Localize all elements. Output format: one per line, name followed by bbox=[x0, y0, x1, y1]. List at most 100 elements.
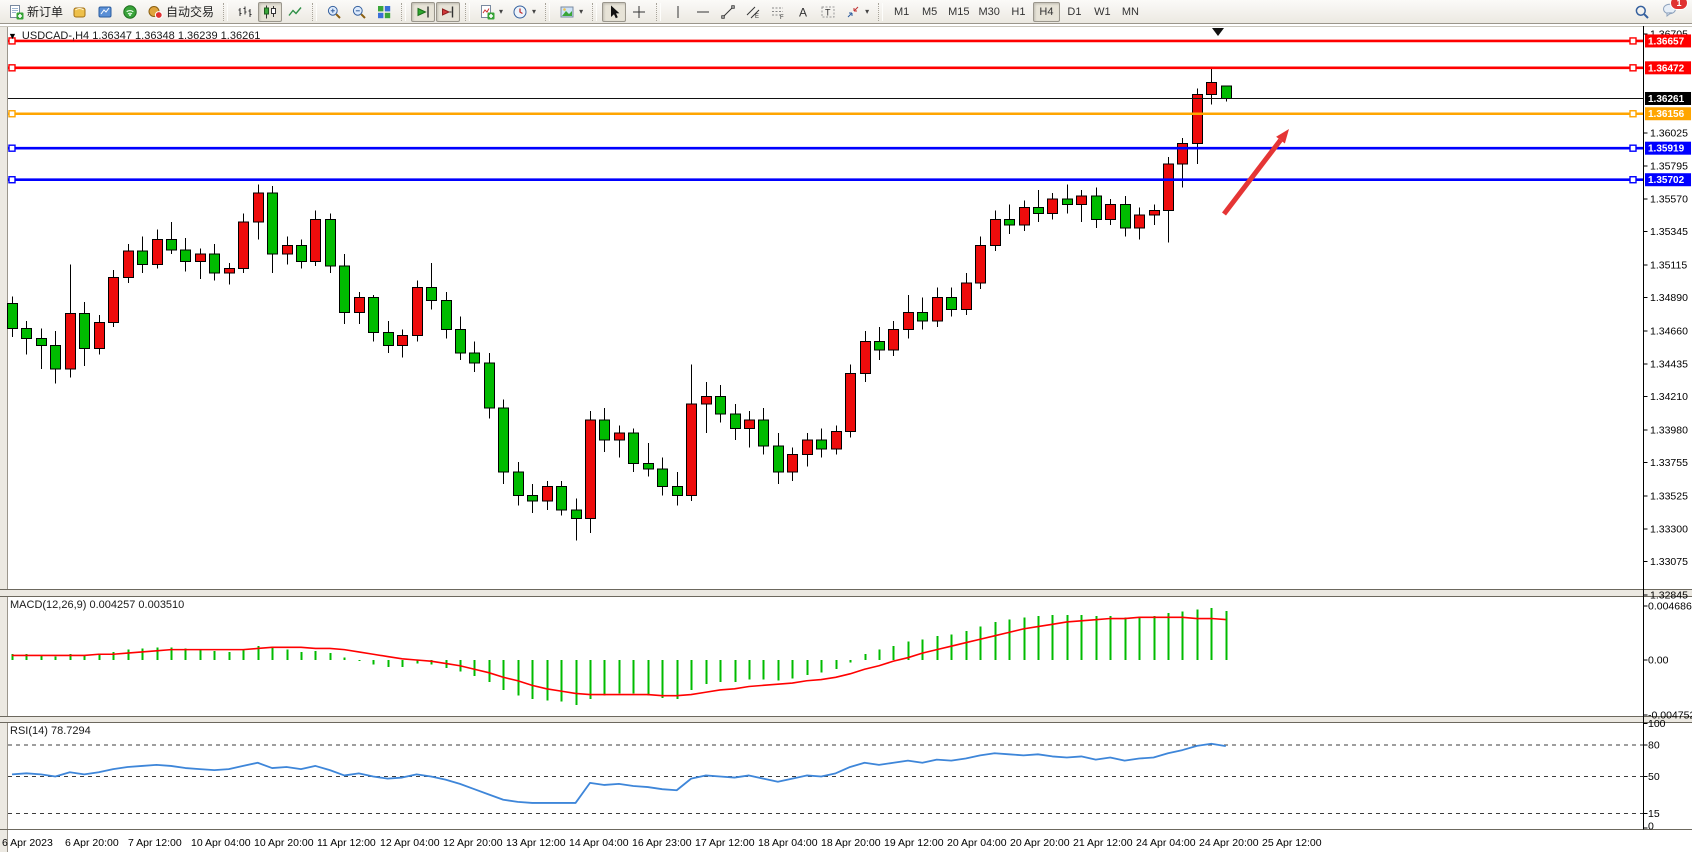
candle bbox=[225, 269, 235, 273]
candle bbox=[1178, 144, 1188, 164]
auto-trading-button[interactable]: 自动交易 bbox=[143, 2, 218, 22]
time-axis-label: 16 Apr 23:00 bbox=[632, 837, 692, 849]
price-tick-label: 1.34890 bbox=[1650, 292, 1688, 304]
candle bbox=[340, 266, 350, 313]
market-watch-button[interactable] bbox=[68, 2, 92, 22]
navigator-icon bbox=[97, 4, 113, 20]
dropdown-caret-icon[interactable]: ▾ bbox=[865, 7, 869, 16]
chart-shift-icon bbox=[440, 4, 456, 20]
timeframe-m15[interactable]: M15 bbox=[944, 2, 973, 22]
line-handle[interactable] bbox=[1630, 145, 1636, 151]
timeframe-m5[interactable]: M5 bbox=[916, 2, 943, 22]
candle bbox=[673, 487, 683, 496]
timeframe-mn[interactable]: MN bbox=[1117, 2, 1144, 22]
new-order-button[interactable]: 新订单 bbox=[4, 2, 67, 22]
line-handle[interactable] bbox=[9, 111, 15, 117]
time-axis-label: 6 Apr 20:00 bbox=[65, 837, 119, 849]
time-axis-label: 11 Apr 12:00 bbox=[317, 837, 376, 849]
line-handle[interactable] bbox=[1630, 65, 1636, 71]
candle bbox=[904, 312, 914, 329]
notification-badge: 1 bbox=[1670, 0, 1688, 10]
toolbar-separator bbox=[401, 3, 406, 21]
arrows-button[interactable]: ▾ bbox=[841, 2, 873, 22]
trendline-button[interactable] bbox=[716, 2, 740, 22]
crosshair-button[interactable] bbox=[627, 2, 651, 22]
candle bbox=[976, 245, 986, 283]
line-chart-icon bbox=[287, 4, 303, 20]
dropdown-caret-icon[interactable]: ▾ bbox=[532, 7, 536, 16]
timeframe-d1[interactable]: D1 bbox=[1061, 2, 1088, 22]
timeframe-h4[interactable]: H4 bbox=[1033, 2, 1060, 22]
chart-title-text: USDCAD-,H4 1.36347 1.36348 1.36239 1.362… bbox=[22, 30, 261, 42]
candle bbox=[1063, 199, 1073, 205]
candle bbox=[918, 312, 928, 321]
timeframe-w1[interactable]: W1 bbox=[1089, 2, 1116, 22]
cursor-button[interactable] bbox=[602, 2, 626, 22]
zoom-in-icon bbox=[326, 4, 342, 20]
hline-price-label-text: 1.35702 bbox=[1648, 175, 1685, 186]
candle bbox=[254, 193, 264, 222]
svg-text:A: A bbox=[799, 5, 807, 19]
dropdown-caret-icon[interactable]: ▾ bbox=[579, 7, 583, 16]
hline-price-label-text: 1.36657 bbox=[1648, 36, 1685, 47]
line-handle[interactable] bbox=[1630, 38, 1636, 44]
channel-button[interactable]: E bbox=[741, 2, 765, 22]
dropdown-caret-icon[interactable]: ▾ bbox=[499, 7, 503, 16]
candle bbox=[716, 397, 726, 414]
bar-chart-button[interactable] bbox=[233, 2, 257, 22]
line-handle[interactable] bbox=[1630, 111, 1636, 117]
clock-icon bbox=[512, 4, 528, 20]
main-toolbar: 新订单 自动交易 ▾ ▾ ▾ EFAT ▾ M1M5M15M30H1H4D1W1MN 1 bbox=[0, 0, 1692, 24]
periods-button[interactable]: ▾ bbox=[508, 2, 540, 22]
tile-windows-button[interactable] bbox=[372, 2, 396, 22]
candle bbox=[398, 336, 408, 346]
arrows-icon bbox=[845, 4, 861, 20]
candle bbox=[875, 341, 885, 350]
auto-scroll-button[interactable] bbox=[411, 2, 435, 22]
vertical-line-button[interactable] bbox=[666, 2, 690, 22]
line-chart-button[interactable] bbox=[283, 2, 307, 22]
timeframe-h1[interactable]: H1 bbox=[1005, 2, 1032, 22]
candle-chart-button[interactable] bbox=[258, 2, 282, 22]
templates-button[interactable]: ▾ bbox=[555, 2, 587, 22]
time-axis-label: 12 Apr 04:00 bbox=[380, 837, 440, 849]
time-axis-label: 6 Apr 2023 bbox=[2, 837, 53, 849]
candle bbox=[456, 330, 466, 353]
candle bbox=[1106, 205, 1116, 220]
timeframe-m1[interactable]: M1 bbox=[888, 2, 915, 22]
line-handle[interactable] bbox=[9, 177, 15, 183]
auto-trading-icon bbox=[147, 4, 163, 20]
horizontal-line-button[interactable] bbox=[691, 2, 715, 22]
indicators-button[interactable]: ▾ bbox=[475, 2, 507, 22]
search-button[interactable] bbox=[1630, 2, 1654, 22]
line-handle[interactable] bbox=[9, 65, 15, 71]
toolbar-separator bbox=[656, 3, 661, 21]
line-handle[interactable] bbox=[1630, 177, 1636, 183]
candle bbox=[196, 254, 206, 261]
fibonacci-button[interactable]: F bbox=[766, 2, 790, 22]
candle bbox=[138, 251, 148, 264]
candle bbox=[745, 420, 755, 429]
market-watch-icon bbox=[72, 4, 88, 20]
candle bbox=[1092, 196, 1102, 219]
time-axis-label: 18 Apr 04:00 bbox=[758, 837, 818, 849]
chart-shift-button[interactable] bbox=[436, 2, 460, 22]
zoom-out-button[interactable] bbox=[347, 2, 371, 22]
navigator-button[interactable] bbox=[93, 2, 117, 22]
timeframe-m30[interactable]: M30 bbox=[975, 2, 1004, 22]
zoom-in-button[interactable] bbox=[322, 2, 346, 22]
candle bbox=[369, 298, 379, 333]
candle bbox=[1207, 83, 1217, 95]
auto-trading-button-label: 自动交易 bbox=[166, 3, 214, 20]
candle bbox=[658, 469, 668, 486]
text-label-button[interactable]: T bbox=[816, 2, 840, 22]
signals-button[interactable] bbox=[118, 2, 142, 22]
candle bbox=[1164, 164, 1174, 211]
time-axis[interactable]: 6 Apr 20236 Apr 20:007 Apr 12:0010 Apr 0… bbox=[2, 837, 1322, 849]
price-axis[interactable]: 1.367051.360251.357951.355701.353451.351… bbox=[1644, 26, 1692, 833]
candle bbox=[268, 193, 278, 254]
line-handle[interactable] bbox=[9, 145, 15, 151]
candle bbox=[485, 363, 495, 408]
time-axis-label: 13 Apr 12:00 bbox=[506, 837, 566, 849]
text-button[interactable]: A bbox=[791, 2, 815, 22]
